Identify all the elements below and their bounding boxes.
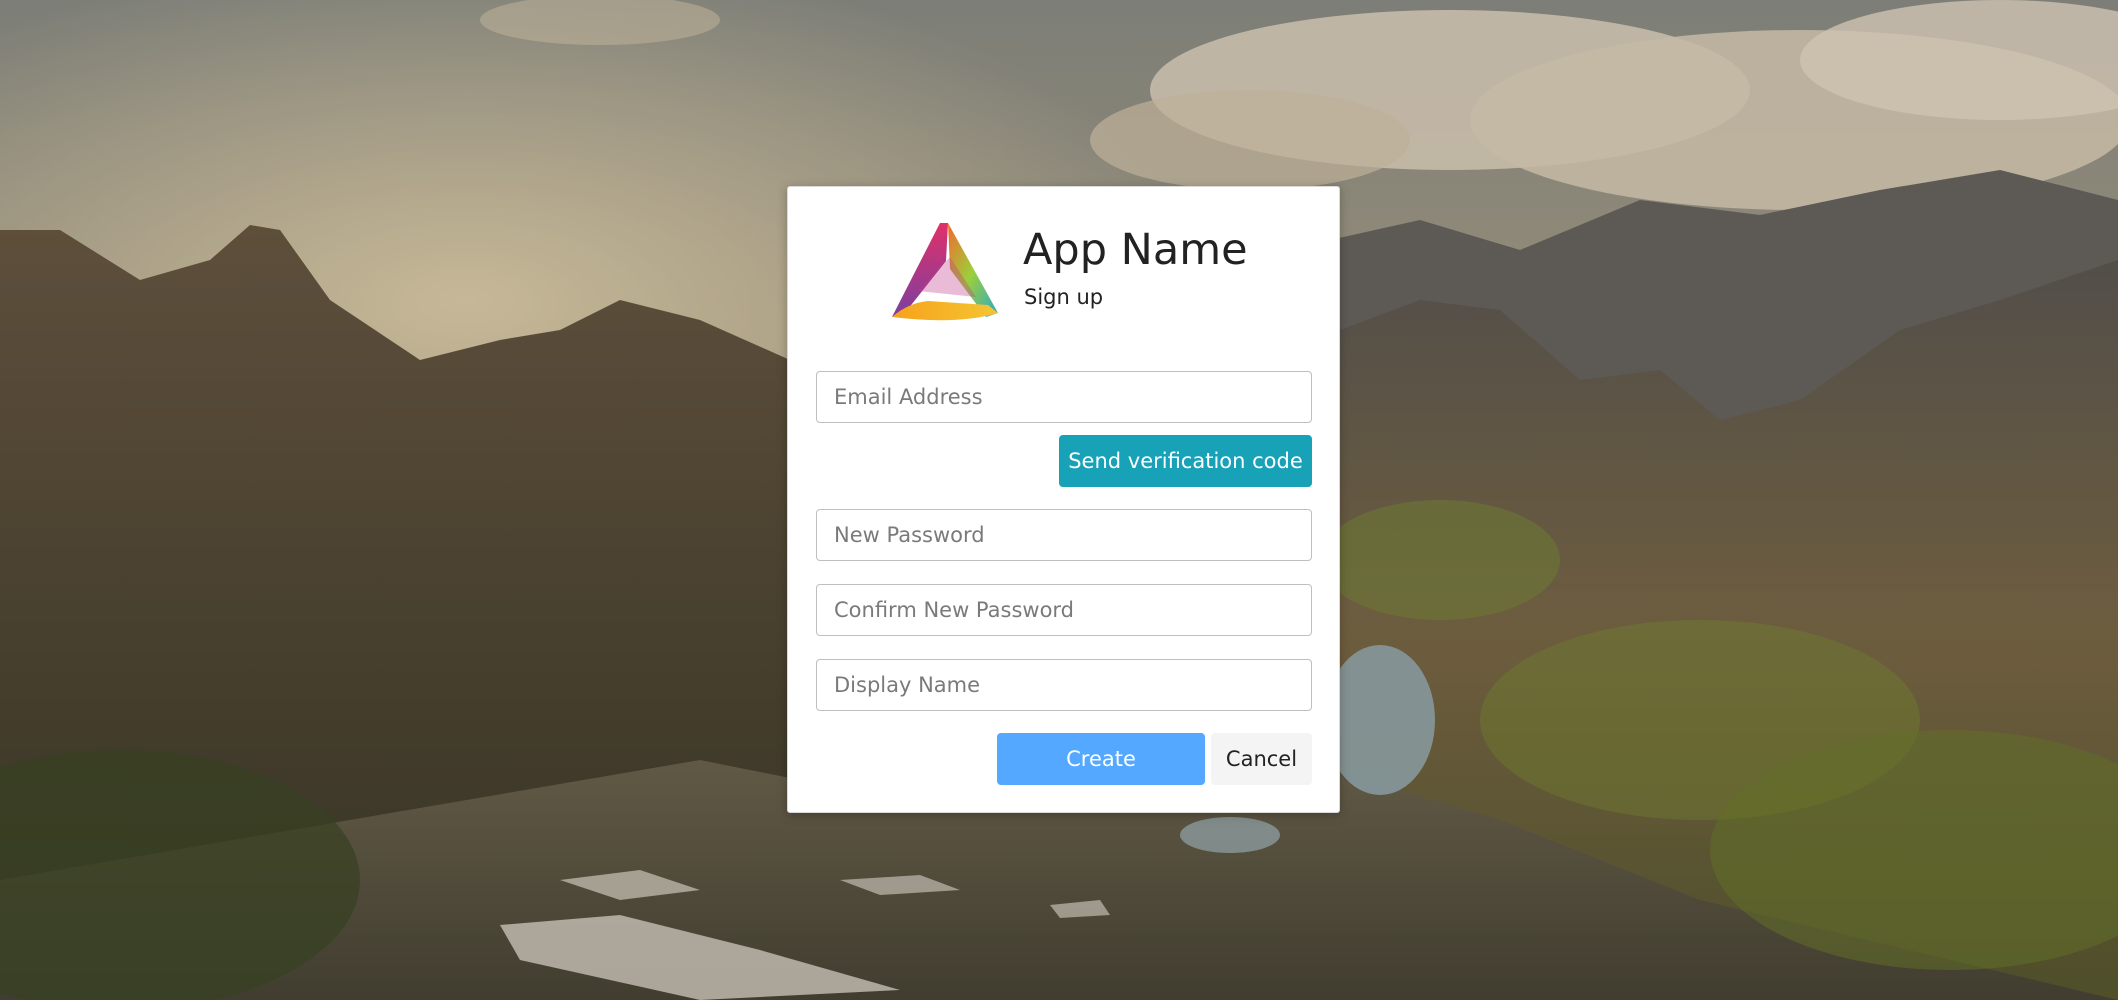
- page-subtitle: Sign up: [1024, 285, 1104, 309]
- send-verification-code-button[interactable]: Send verification code: [1059, 435, 1312, 487]
- cancel-button[interactable]: Cancel: [1211, 733, 1312, 785]
- display-name-input[interactable]: [816, 659, 1312, 711]
- email-input[interactable]: [816, 371, 1312, 423]
- app-name-title: App Name: [1023, 225, 1248, 275]
- signup-card: App Name Sign up Send verification code …: [787, 186, 1340, 813]
- app-logo-icon: [892, 223, 998, 321]
- confirm-password-input[interactable]: [816, 584, 1312, 636]
- create-button[interactable]: Create: [997, 733, 1205, 785]
- new-password-input[interactable]: [816, 509, 1312, 561]
